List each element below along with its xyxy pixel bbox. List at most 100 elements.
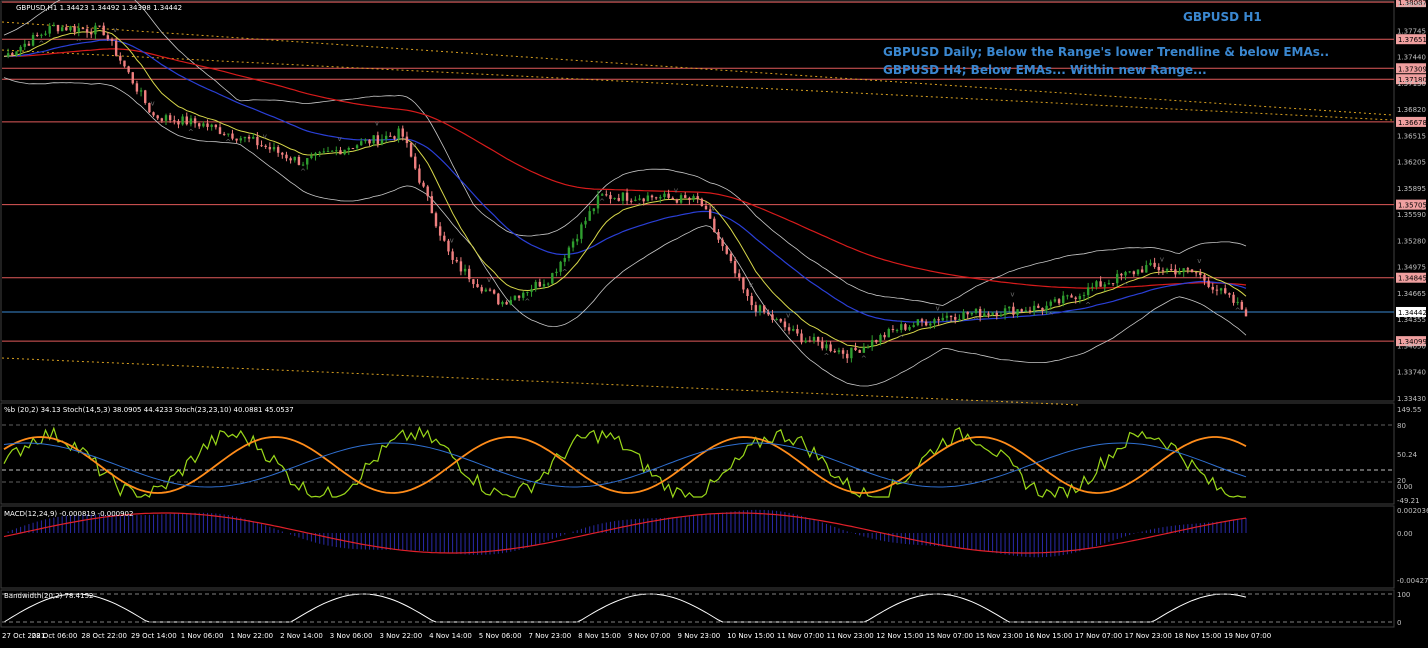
price-tick-label: 1.34050 bbox=[1397, 342, 1426, 350]
candle-body bbox=[667, 193, 670, 198]
time-tick-label: 9 Nov 07:00 bbox=[628, 632, 671, 640]
candle-body bbox=[1178, 272, 1181, 275]
candle-body bbox=[684, 195, 687, 198]
time-tick-label: 29 Oct 14:00 bbox=[131, 632, 177, 640]
candle-body bbox=[285, 154, 288, 159]
chart-canvas[interactable]: 1.380871.376511.373091.371801.366781.357… bbox=[0, 0, 1428, 644]
time-tick-label: 1 Nov 22:00 bbox=[230, 632, 273, 640]
candle-body bbox=[746, 289, 749, 297]
bandwidth-label: Bandwidth(20,2) 78.4152 bbox=[4, 592, 94, 600]
candle-body bbox=[364, 139, 367, 142]
candle-body bbox=[260, 145, 263, 147]
candle-body bbox=[1244, 309, 1248, 317]
candle-body bbox=[335, 150, 338, 152]
candle-body bbox=[671, 197, 674, 200]
time-tick-label: 10 Nov 15:00 bbox=[727, 632, 774, 640]
candle-body bbox=[102, 25, 105, 36]
fractal-arrow: v bbox=[450, 237, 454, 245]
candle-body bbox=[875, 340, 878, 343]
candle-body bbox=[1082, 295, 1086, 297]
candle-body bbox=[555, 271, 558, 274]
fractal-arrow: v bbox=[412, 141, 416, 149]
candle-body bbox=[1140, 269, 1144, 273]
candle-body bbox=[293, 156, 296, 161]
candle-body bbox=[231, 133, 234, 139]
candle-body bbox=[850, 347, 853, 359]
candle-body bbox=[430, 196, 434, 214]
candle-body bbox=[1086, 287, 1090, 296]
candle-body bbox=[426, 186, 429, 197]
price-tick-label: 1.37130 bbox=[1397, 80, 1426, 88]
candle-body bbox=[663, 193, 666, 198]
time-tick-label: 7 Nov 23:00 bbox=[528, 632, 571, 640]
time-tick-label: 3 Nov 06:00 bbox=[330, 632, 373, 640]
candle-body bbox=[1236, 301, 1239, 303]
time-tick-label: 1 Nov 06:00 bbox=[181, 632, 224, 640]
candle-body bbox=[36, 35, 39, 37]
fractal-arrow: v bbox=[749, 281, 753, 289]
fractal-arrow: v bbox=[786, 311, 790, 319]
candle-body bbox=[389, 135, 392, 137]
candle-body bbox=[563, 258, 566, 262]
candle-body bbox=[654, 197, 658, 199]
candle-body bbox=[883, 334, 886, 338]
candle-body bbox=[854, 347, 857, 351]
price-tick-label: 1.34665 bbox=[1397, 290, 1426, 298]
candle-body bbox=[222, 133, 226, 135]
candle-body bbox=[60, 27, 64, 32]
time-tick-label: 19 Nov 07:00 bbox=[1224, 632, 1271, 640]
candle-body bbox=[339, 150, 342, 155]
candle-body bbox=[343, 149, 346, 155]
candle-body bbox=[621, 192, 625, 201]
fractal-arrow: ^ bbox=[38, 40, 44, 48]
candle-body bbox=[1207, 280, 1210, 287]
fractal-arrow: ^ bbox=[300, 168, 306, 176]
candle-body bbox=[600, 194, 604, 196]
candle-body bbox=[920, 319, 924, 322]
candle-body bbox=[837, 350, 841, 353]
candle-body bbox=[393, 136, 396, 139]
level-label-2: 1.37309 bbox=[1398, 65, 1427, 73]
candle-body bbox=[783, 321, 787, 328]
candle-body bbox=[1024, 310, 1028, 312]
fractal-arrow: v bbox=[1160, 256, 1164, 264]
candle-body bbox=[160, 118, 164, 121]
candle-body bbox=[156, 115, 159, 119]
candle-body bbox=[713, 218, 716, 233]
candle-body bbox=[937, 319, 940, 321]
candle-body bbox=[646, 195, 650, 202]
candle-body bbox=[40, 34, 43, 36]
candle-body bbox=[650, 195, 654, 198]
candle-body bbox=[144, 90, 147, 103]
candle-body bbox=[65, 27, 68, 31]
candle-body bbox=[1157, 266, 1160, 271]
candle-body bbox=[1062, 295, 1065, 304]
candle-body bbox=[1194, 272, 1198, 274]
fractal-arrow: ^ bbox=[1235, 307, 1241, 315]
candle-body bbox=[895, 329, 899, 331]
candle-body bbox=[173, 120, 176, 122]
ema-slow-line bbox=[3, 48, 1247, 289]
candle-body bbox=[1012, 306, 1015, 315]
stoch-tick-label: 149.55 bbox=[1397, 406, 1422, 414]
fractal-arrow: v bbox=[151, 100, 155, 108]
candle-body bbox=[1153, 262, 1156, 267]
candle-body bbox=[1136, 269, 1140, 275]
stoch-tick-label: -49.21 bbox=[1397, 497, 1420, 505]
candle-body bbox=[983, 313, 986, 317]
candle-body bbox=[268, 147, 272, 150]
candle-body bbox=[771, 314, 774, 320]
candle-body bbox=[484, 289, 488, 292]
candle-body bbox=[1020, 309, 1023, 312]
candle-body bbox=[210, 124, 213, 127]
candle-body bbox=[56, 24, 60, 32]
candle-body bbox=[1215, 289, 1219, 291]
candle-body bbox=[846, 353, 849, 359]
candle-body bbox=[256, 136, 259, 146]
candle-body bbox=[23, 43, 26, 47]
candle-body bbox=[6, 53, 10, 57]
price-tick-label: 1.36515 bbox=[1397, 132, 1426, 140]
candle-body bbox=[704, 205, 708, 210]
price-tick-label: 1.36205 bbox=[1397, 159, 1426, 167]
fractal-arrow: ^ bbox=[898, 335, 904, 343]
